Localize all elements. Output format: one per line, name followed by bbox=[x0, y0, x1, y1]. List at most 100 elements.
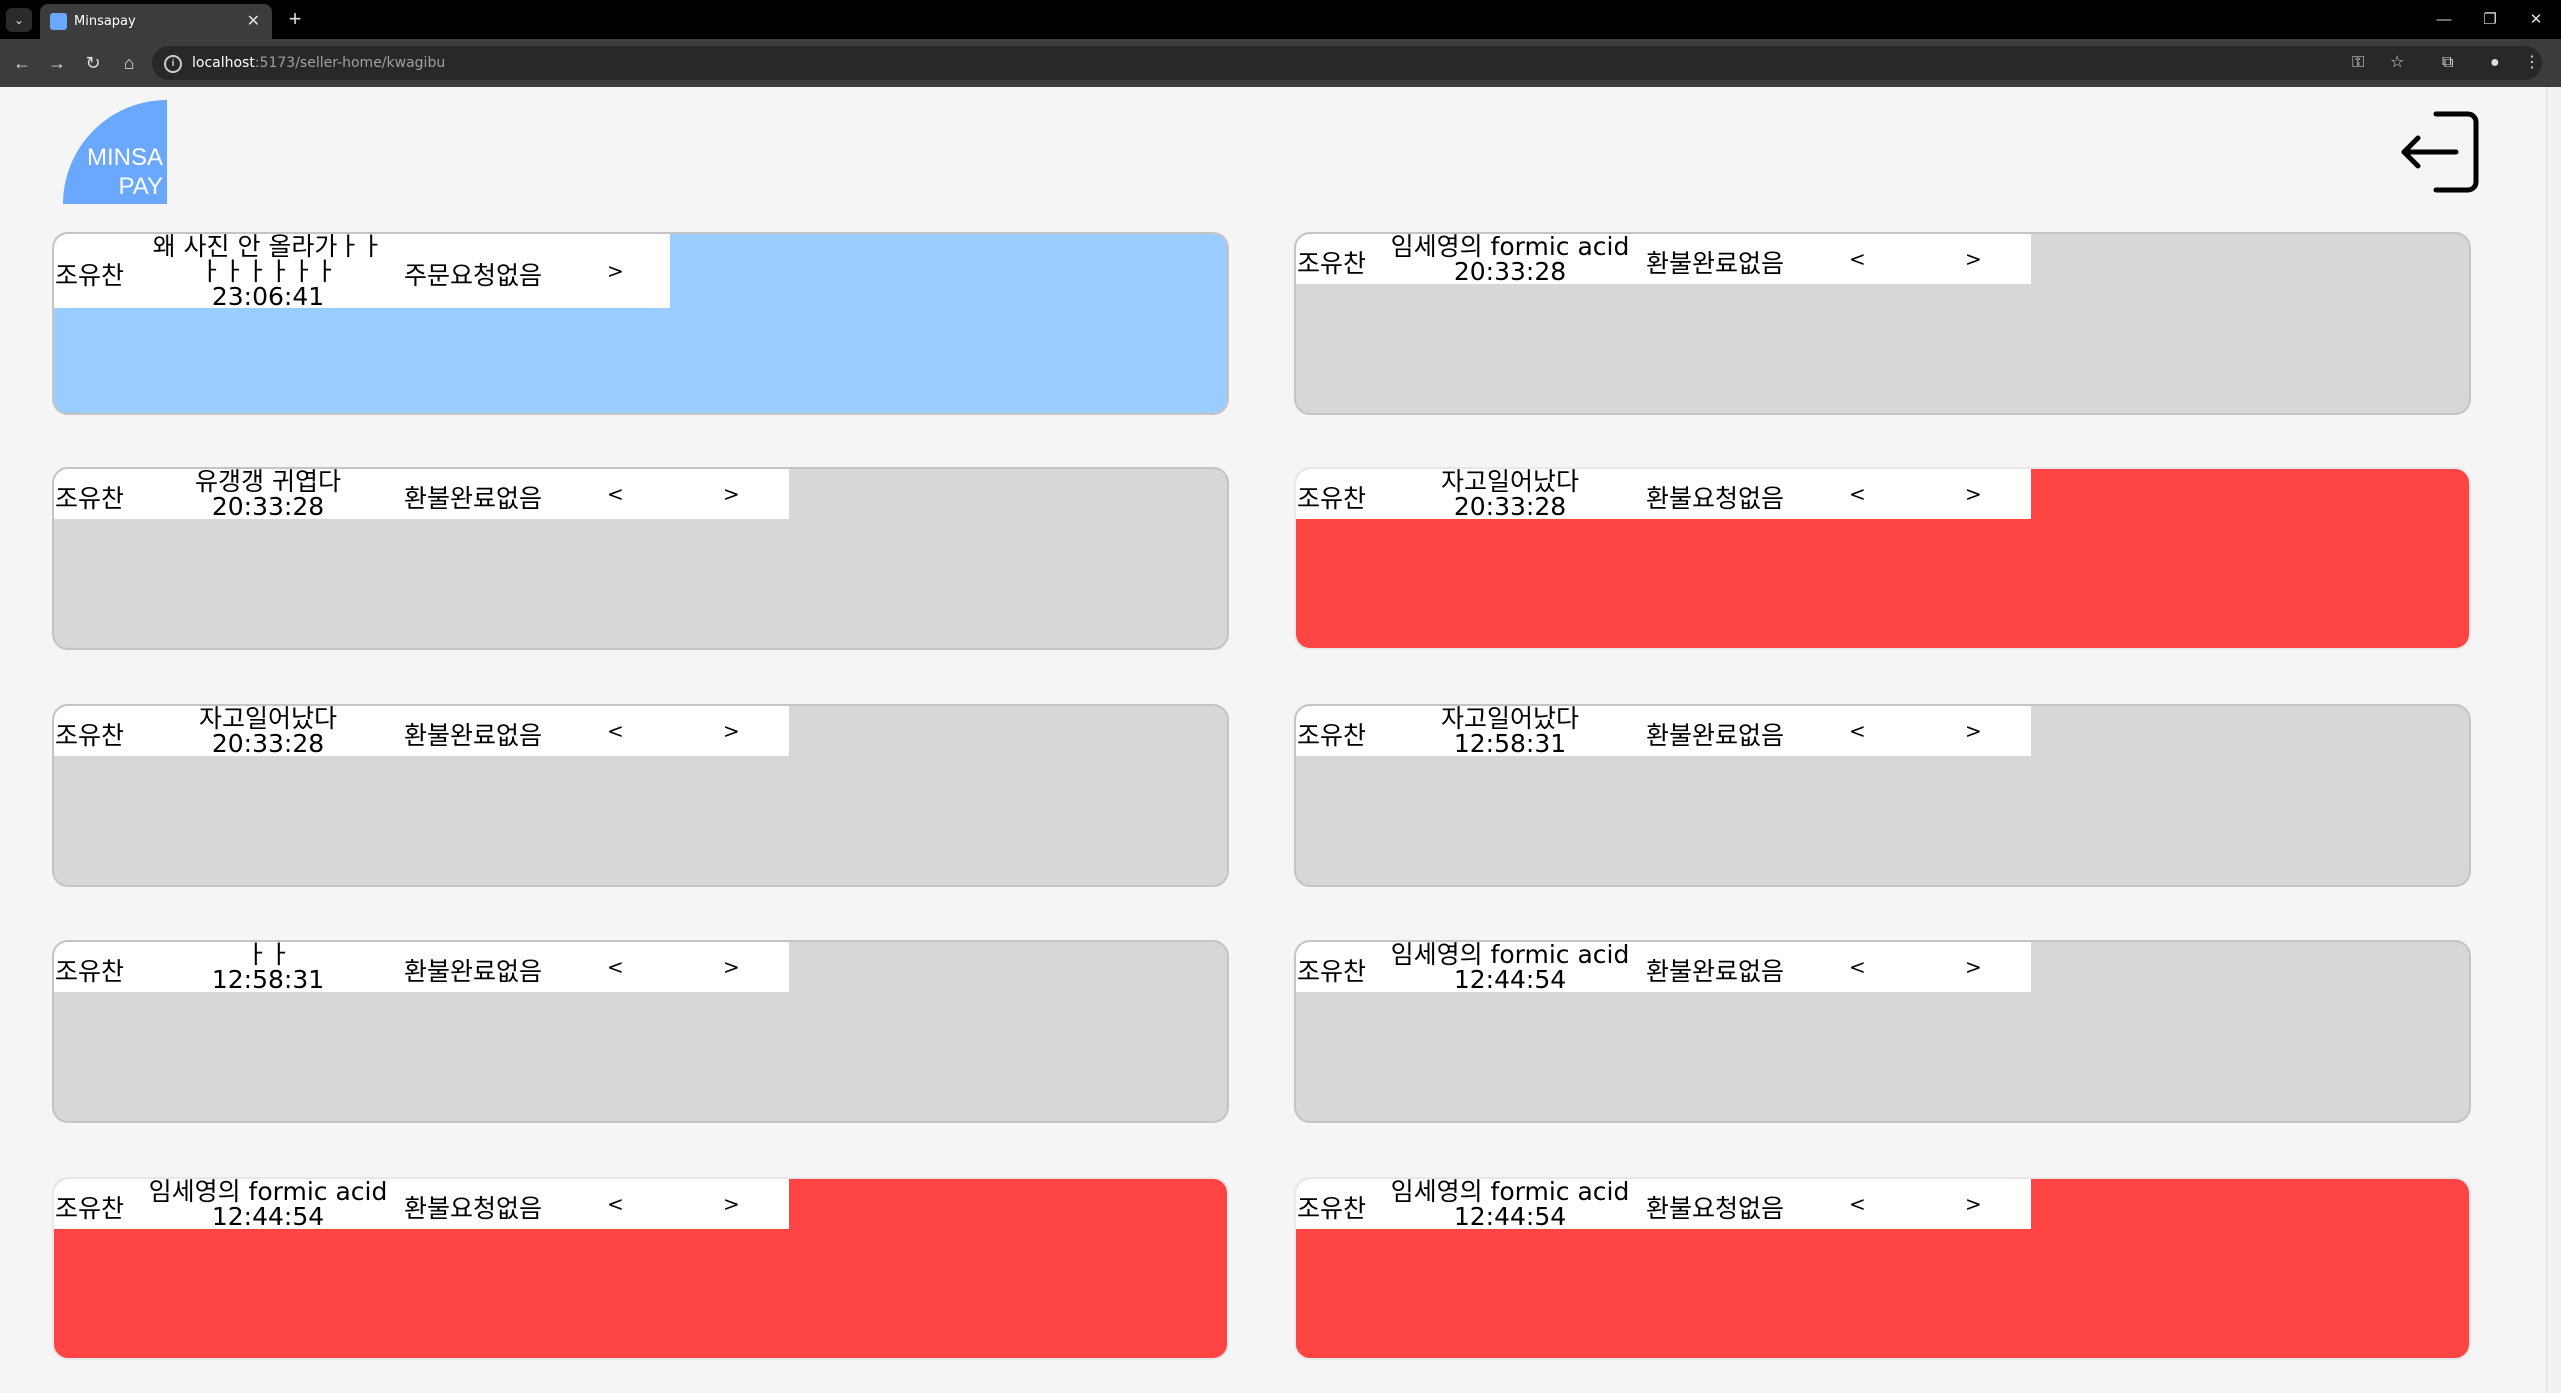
order-info-strip: 조유찬 왜 사진 안 올라가ㅏㅏ ㅏㅏㅏㅏㅏㅏ 23:06:41 주문요청없음 > bbox=[54, 232, 670, 311]
buyer-name: 조유찬 bbox=[55, 484, 125, 513]
site-info-icon[interactable]: i bbox=[164, 55, 182, 73]
buyer-name: 조유찬 bbox=[1297, 249, 1367, 278]
profile-avatar-icon[interactable]: ● bbox=[2490, 46, 2500, 80]
close-window-icon[interactable]: ✕ bbox=[2514, 0, 2558, 39]
product-name: 임세영의 formic acid bbox=[1390, 232, 1630, 261]
new-tab-button[interactable]: + bbox=[282, 6, 308, 32]
order-status: 환불요청없음 bbox=[1646, 484, 1785, 513]
restore-icon[interactable]: ❐ bbox=[2468, 0, 2512, 39]
product-name: 유갱갱 귀엽다 bbox=[195, 467, 341, 496]
order-info-strip: 조유찬 임세영의 formic acid 12:44:54 환불요청없음 < > bbox=[54, 1179, 789, 1229]
order-time: 20:33:28 bbox=[1453, 492, 1567, 521]
buyer-name: 조유찬 bbox=[1297, 1194, 1367, 1223]
order-status: 환불완료없음 bbox=[404, 484, 543, 513]
order-info-strip: 조유찬 임세영의 formic acid 20:33:28 환불완료없음 < > bbox=[1296, 234, 2031, 284]
prev-status-button[interactable]: < bbox=[1849, 1192, 1866, 1216]
order-card[interactable]: 조유찬 자고일어났다 20:33:28 환불완료없음 < > bbox=[52, 704, 1229, 887]
tab-search-button[interactable]: ⌄ bbox=[6, 8, 32, 32]
prev-status-button[interactable]: < bbox=[1849, 719, 1866, 743]
prev-status-button[interactable]: < bbox=[1849, 482, 1866, 506]
order-status: 환불완료없음 bbox=[404, 957, 543, 986]
tab-title: Minsapay bbox=[74, 14, 136, 29]
browser-toolbar: ← → ↻ ⌂ i localhost:5173/seller-home/kwa… bbox=[0, 39, 2561, 87]
next-status-button[interactable]: > bbox=[1965, 955, 1982, 979]
extensions-icon[interactable]: ⧉ bbox=[2442, 46, 2453, 80]
order-time: 20:33:28 bbox=[211, 492, 325, 521]
product-name: 자고일어났다 bbox=[1440, 467, 1579, 496]
prev-status-button[interactable]: < bbox=[607, 719, 624, 743]
order-card[interactable]: 조유찬 유갱갱 귀엽다 20:33:28 환불완료없음 < > bbox=[52, 467, 1229, 650]
close-tab-icon[interactable]: ✕ bbox=[247, 4, 260, 39]
next-status-button[interactable]: > bbox=[723, 955, 740, 979]
product-info: 임세영의 formic acid 12:44:54 bbox=[1380, 942, 1640, 992]
minimize-icon[interactable]: — bbox=[2422, 0, 2466, 39]
favicon-icon bbox=[50, 13, 67, 30]
order-card[interactable]: 조유찬 임세영의 formic acid 20:33:28 환불완료없음 < > bbox=[1294, 232, 2471, 415]
next-status-button[interactable]: > bbox=[723, 719, 740, 743]
browser-tab-bar: ⌄ Minsapay ✕ + — ❐ ✕ bbox=[0, 0, 2561, 39]
next-status-button[interactable]: > bbox=[607, 259, 624, 283]
order-card[interactable]: 조유찬 임세영의 formic acid 12:44:54 환불완료없음 < > bbox=[1294, 940, 2471, 1123]
logout-icon[interactable] bbox=[2398, 109, 2484, 195]
minsapay-logo[interactable]: MINSA PAY bbox=[63, 100, 167, 204]
next-status-button[interactable]: > bbox=[1965, 247, 1982, 271]
order-time: 20:33:28 bbox=[1453, 257, 1567, 286]
browser-tab[interactable]: Minsapay ✕ bbox=[40, 4, 272, 39]
buyer-name: 조유찬 bbox=[1297, 957, 1367, 986]
order-time: 23:06:41 bbox=[211, 282, 325, 311]
product-name: 임세영의 formic acid bbox=[148, 1177, 388, 1206]
reload-icon[interactable]: ↻ bbox=[79, 49, 107, 77]
menu-dots-icon[interactable]: ⋮ bbox=[2524, 46, 2540, 80]
address-bar[interactable]: i localhost:5173/seller-home/kwagibu ⚿ ☆… bbox=[152, 46, 2542, 80]
product-info: 임세영의 formic acid 12:44:54 bbox=[138, 1179, 398, 1229]
order-time: 12:44:54 bbox=[1453, 965, 1567, 994]
product-info: 자고일어났다 20:33:28 bbox=[1380, 469, 1640, 519]
order-info-strip: 조유찬 자고일어났다 12:58:31 환불완료없음 < > bbox=[1296, 706, 2031, 756]
order-time: 12:44:54 bbox=[1453, 1202, 1567, 1231]
order-card[interactable]: 조유찬 임세영의 formic acid 12:44:54 환불요청없음 < > bbox=[1294, 1177, 2471, 1360]
next-status-button[interactable]: > bbox=[1965, 482, 1982, 506]
next-status-button[interactable]: > bbox=[1965, 719, 1982, 743]
product-name: 왜 사진 안 올라가ㅏㅏ ㅏㅏㅏㅏㅏㅏ bbox=[152, 232, 384, 286]
order-status: 환불요청없음 bbox=[1646, 1194, 1785, 1223]
product-name: 자고일어났다 bbox=[198, 704, 337, 733]
page-scrollbar[interactable] bbox=[2546, 87, 2561, 1393]
buyer-name: 조유찬 bbox=[1297, 484, 1367, 513]
bookmark-star-icon[interactable]: ☆ bbox=[2390, 46, 2404, 80]
order-status: 환불완료없음 bbox=[1646, 249, 1785, 278]
prev-status-button[interactable]: < bbox=[1849, 247, 1866, 271]
order-info-strip: 조유찬 자고일어났다 20:33:28 환불완료없음 < > bbox=[54, 706, 789, 756]
order-status: 주문요청없음 bbox=[404, 261, 543, 290]
buyer-name: 조유찬 bbox=[55, 721, 125, 750]
order-card[interactable]: 조유찬 왜 사진 안 올라가ㅏㅏ ㅏㅏㅏㅏㅏㅏ 23:06:41 주문요청없음 > bbox=[52, 232, 1229, 415]
prev-status-button[interactable]: < bbox=[607, 955, 624, 979]
back-icon[interactable]: ← bbox=[8, 49, 36, 77]
prev-status-button[interactable]: < bbox=[1849, 955, 1866, 979]
order-info-strip: 조유찬 자고일어났다 20:33:28 환불요청없음 < > bbox=[1296, 469, 2031, 519]
product-info: 임세영의 formic acid 20:33:28 bbox=[1380, 234, 1640, 284]
order-status: 환불요청없음 bbox=[404, 1194, 543, 1223]
forward-icon[interactable]: → bbox=[43, 49, 71, 77]
buyer-name: 조유찬 bbox=[55, 261, 125, 290]
order-time: 20:33:28 bbox=[211, 729, 325, 758]
order-time: 12:44:54 bbox=[211, 1202, 325, 1231]
product-name: ㅏㅏ bbox=[244, 940, 291, 969]
url-text[interactable]: localhost:5173/seller-home/kwagibu bbox=[192, 46, 445, 80]
next-status-button[interactable]: > bbox=[1965, 1192, 1982, 1216]
next-status-button[interactable]: > bbox=[723, 1192, 740, 1216]
order-info-strip: 조유찬 유갱갱 귀엽다 20:33:28 환불완료없음 < > bbox=[54, 469, 789, 519]
prev-status-button[interactable]: < bbox=[607, 482, 624, 506]
order-info-strip: 조유찬 ㅏㅏ 12:58:31 환불완료없음 < > bbox=[54, 942, 789, 992]
product-info: 자고일어났다 20:33:28 bbox=[138, 706, 398, 756]
order-card[interactable]: 조유찬 ㅏㅏ 12:58:31 환불완료없음 < > bbox=[52, 940, 1229, 1123]
password-key-icon[interactable]: ⚿ bbox=[2352, 46, 2364, 80]
order-card[interactable]: 조유찬 자고일어났다 20:33:28 환불요청없음 < > bbox=[1294, 467, 2471, 650]
home-icon[interactable]: ⌂ bbox=[115, 49, 143, 77]
order-card[interactable]: 조유찬 자고일어났다 12:58:31 환불완료없음 < > bbox=[1294, 704, 2471, 887]
product-name: 임세영의 formic acid bbox=[1390, 1177, 1630, 1206]
order-time: 12:58:31 bbox=[1453, 729, 1567, 758]
product-info: 유갱갱 귀엽다 20:33:28 bbox=[138, 469, 398, 519]
order-card[interactable]: 조유찬 임세영의 formic acid 12:44:54 환불요청없음 < > bbox=[52, 1177, 1229, 1360]
prev-status-button[interactable]: < bbox=[607, 1192, 624, 1216]
next-status-button[interactable]: > bbox=[723, 482, 740, 506]
